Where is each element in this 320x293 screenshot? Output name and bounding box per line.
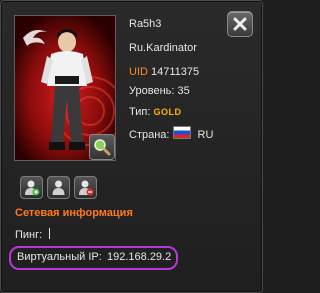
close-button[interactable] (227, 11, 253, 37)
close-icon (233, 17, 247, 31)
virtual-ip-row: Виртуальный IP: 192.168.29.2 (9, 246, 178, 270)
uid-value: 14711375 (151, 66, 200, 78)
remove-user-icon (79, 180, 94, 196)
country-label: Страна: (129, 129, 170, 141)
type-label: Тип: (129, 106, 151, 118)
ping-label: Пинг: (15, 229, 43, 241)
user-icon (52, 180, 65, 195)
clan-name: Ru.Kardinator (129, 42, 197, 54)
level-value: 35 (177, 85, 190, 97)
uid-label: UID (129, 66, 148, 78)
virtual-ip-value: 192.168.29.2 (107, 251, 172, 263)
magnifier-icon (94, 139, 111, 156)
level-label: Уровень: (129, 85, 175, 97)
user-profile-button[interactable] (47, 176, 70, 199)
add-friend-button[interactable] (20, 176, 43, 199)
level-row: Уровень: 35 (129, 85, 190, 97)
user-info-panel: Ra5h3 Ru.Kardinator UID 14711375 Уровень… (0, 0, 263, 293)
uid-row: UID 14711375 (129, 66, 199, 78)
type-badge: GOLD (153, 107, 182, 117)
add-user-icon (25, 180, 40, 196)
ping-row: Пинг: (15, 228, 51, 241)
russia-flag-icon (172, 126, 191, 139)
country-row: Страна: RU (129, 126, 213, 141)
text-cursor (49, 228, 51, 239)
country-value: RU (197, 129, 214, 141)
network-section-title: Сетевая информация (15, 207, 133, 219)
remove-friend-button[interactable] (74, 176, 97, 199)
magnify-button[interactable] (89, 134, 115, 160)
nickname: Ra5h3 (129, 18, 162, 30)
type-row: Тип: GOLD (129, 106, 181, 118)
virtual-ip-label: Виртуальный IP: (17, 251, 102, 263)
